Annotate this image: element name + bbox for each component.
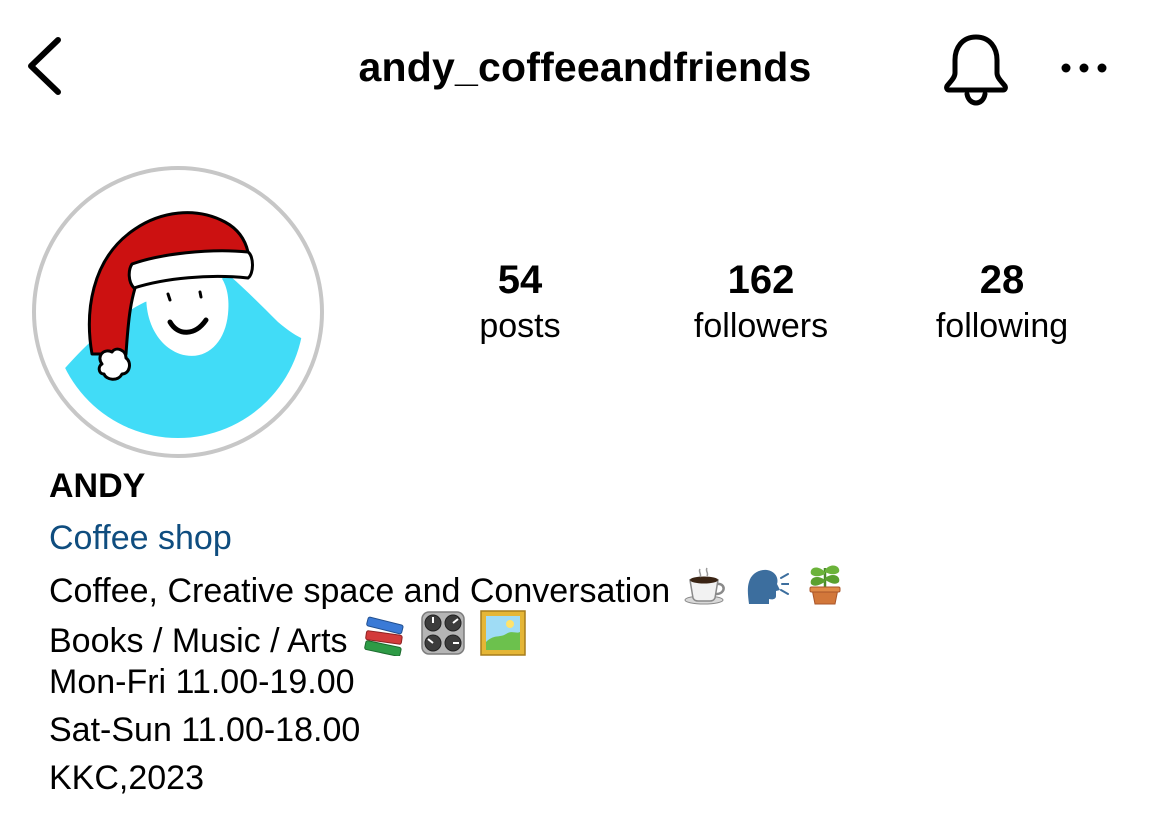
bio-line-interests: Books / Music / Arts (49, 610, 1129, 660)
stat-following[interactable]: 28 following (882, 255, 1122, 347)
profile-username: andy_coffeeandfriends (358, 44, 812, 90)
more-horizontal-icon (1061, 63, 1107, 73)
speaking-head-icon (743, 566, 791, 619)
bio-description-text: Coffee, Creative space and Conversation (49, 572, 671, 610)
hours-weekend: Sat-Sun 11.00-18.00 (49, 711, 361, 749)
back-button[interactable] (18, 30, 74, 102)
followers-label: followers (693, 307, 829, 345)
notifications-button[interactable] (938, 28, 1014, 106)
potted-plant-icon (803, 562, 849, 619)
bio-line-description: Coffee, Creative space and Conversation (49, 562, 1129, 610)
books-icon (361, 614, 407, 669)
bio-footer: KKC,2023 (49, 759, 204, 797)
profile-bio: ANDY Coffee shop Coffee, Creative space … (49, 462, 1129, 802)
following-label: following (935, 307, 1069, 345)
followers-count: 162 (727, 258, 795, 302)
posts-count: 54 (497, 258, 543, 302)
profile-category[interactable]: Coffee shop (49, 514, 1129, 562)
stat-followers[interactable]: 162 followers (641, 255, 881, 347)
posts-label: posts (479, 307, 561, 345)
framed-picture-icon (480, 610, 526, 669)
avatar[interactable] (30, 164, 326, 460)
hours-weekday: Mon-Fri 11.00-19.00 (49, 663, 355, 701)
more-options-button[interactable] (1056, 44, 1116, 92)
stat-posts[interactable]: 54 posts (400, 255, 640, 347)
chevron-left-icon (28, 37, 61, 95)
profile-name: ANDY (49, 467, 146, 505)
following-count: 28 (979, 258, 1025, 302)
coffee-cup-icon (684, 566, 730, 619)
profile-stats: 54 posts 162 followers 28 following (400, 255, 1140, 355)
bell-icon (944, 34, 1008, 106)
profile-header: andy_coffeeandfriends (0, 0, 1170, 135)
bio-interests-text: Books / Music / Arts (49, 622, 348, 660)
control-knobs-icon (420, 610, 466, 669)
avatar-image (32, 166, 324, 458)
